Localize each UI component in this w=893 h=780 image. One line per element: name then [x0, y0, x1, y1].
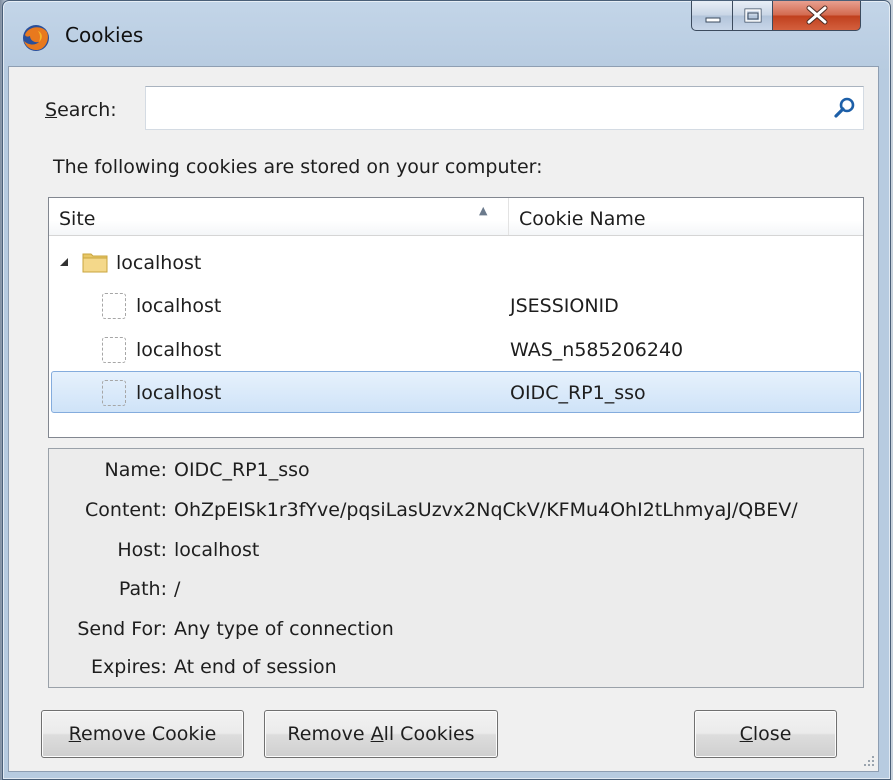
close-button[interactable]: Close	[694, 710, 837, 758]
tree-row-cookie[interactable]: localhost JSESSIONID	[51, 284, 861, 326]
column-header-cookie-name[interactable]: Cookie Name	[509, 198, 863, 235]
remove-all-cookies-button[interactable]: Remove All Cookies	[264, 710, 498, 758]
tree-header: Site ▲ Cookie Name	[49, 198, 863, 236]
detail-send-for-value: Any type of connection	[174, 618, 394, 640]
remove-cookie-label: emove Cookie	[81, 723, 217, 745]
close-icon	[806, 5, 828, 25]
firefox-icon	[23, 25, 49, 51]
search-input[interactable]	[152, 93, 822, 123]
tree-row-site: localhost	[136, 339, 222, 361]
detail-content-label: Content:	[85, 499, 167, 521]
resize-grip-icon[interactable]	[858, 750, 876, 768]
tree-row-folder[interactable]: localhost	[51, 241, 861, 283]
column-header-site[interactable]: Site ▲	[49, 198, 509, 235]
detail-host-label: Host:	[117, 539, 167, 561]
folder-icon	[82, 253, 108, 273]
remove-all-label-pre: Remove	[287, 723, 371, 745]
detail-name-label: Name:	[104, 459, 167, 481]
cookie-icon	[102, 380, 126, 406]
remove-cookie-accesskey: R	[68, 723, 82, 745]
titlebar[interactable]: Cookies	[3, 1, 890, 75]
search-icon[interactable]	[833, 96, 857, 120]
detail-content-value[interactable]: OhZpEISk1r3fYve/pqsiLasUzvx2NqCkV/KFMu4O…	[174, 499, 798, 521]
detail-send-for-label: Send For:	[77, 618, 167, 640]
close-label: lose	[752, 723, 792, 745]
detail-path: Path: /	[49, 578, 863, 606]
detail-expires-value: At end of session	[174, 656, 337, 678]
tree-row-cookie-name: JSESSIONID	[510, 295, 619, 317]
remove-all-label-rest: ll Cookies	[383, 723, 475, 745]
tree-row-cookie-selected[interactable]: localhost OIDC_RP1_sso	[51, 371, 861, 413]
cookie-icon	[102, 293, 126, 319]
detail-expires: Expires: At end of session	[49, 656, 863, 684]
maximize-button[interactable]	[733, 1, 773, 31]
tree-row-cookie[interactable]: localhost WAS_n585206240	[51, 328, 861, 370]
tree-row-site: localhost	[136, 295, 222, 317]
tree-row-cookie-name: OIDC_RP1_sso	[510, 382, 646, 404]
close-accesskey: C	[739, 723, 753, 745]
search-label-accesskey: S	[45, 99, 58, 121]
detail-name-value: OIDC_RP1_sso	[174, 459, 310, 481]
window-title: Cookies	[65, 23, 144, 47]
sort-ascending-icon: ▲	[479, 204, 488, 217]
column-header-cookie-name-label: Cookie Name	[519, 208, 646, 230]
search-label: Search:	[45, 99, 117, 121]
cookie-tree[interactable]: Site ▲ Cookie Name localhost localhost J…	[48, 197, 864, 438]
detail-expires-label: Expires:	[91, 656, 167, 678]
expander-expanded-icon[interactable]	[58, 256, 70, 268]
remove-all-accesskey: A	[370, 723, 384, 745]
maximize-icon	[744, 8, 762, 23]
detail-send-for: Send For: Any type of connection	[49, 618, 863, 646]
detail-host: Host: localhost	[49, 539, 863, 567]
detail-path-label: Path:	[118, 578, 167, 600]
detail-content: Content: OhZpEISk1r3fYve/pqsiLasUzvx2NqC…	[49, 499, 863, 527]
minimize-button[interactable]	[691, 1, 733, 31]
detail-name: Name: OIDC_RP1_sso	[49, 459, 863, 487]
cookie-icon	[102, 337, 126, 363]
tree-row-site: localhost	[116, 252, 202, 274]
search-box[interactable]	[145, 86, 864, 130]
minimize-icon	[705, 17, 721, 23]
tree-row-site: localhost	[136, 382, 222, 404]
detail-path-value: /	[174, 578, 181, 600]
column-header-site-label: Site	[59, 208, 96, 230]
tree-row-cookie-name: WAS_n585206240	[510, 339, 684, 361]
cookies-info-text: The following cookies are stored on your…	[53, 156, 543, 178]
cookie-details-panel: Name: OIDC_RP1_sso Content: OhZpEISk1r3f…	[48, 448, 864, 688]
remove-cookie-button[interactable]: Remove Cookie	[41, 710, 244, 758]
search-label-rest: earch:	[57, 99, 117, 121]
close-window-button[interactable]	[773, 1, 861, 31]
detail-host-value: localhost	[174, 539, 260, 561]
